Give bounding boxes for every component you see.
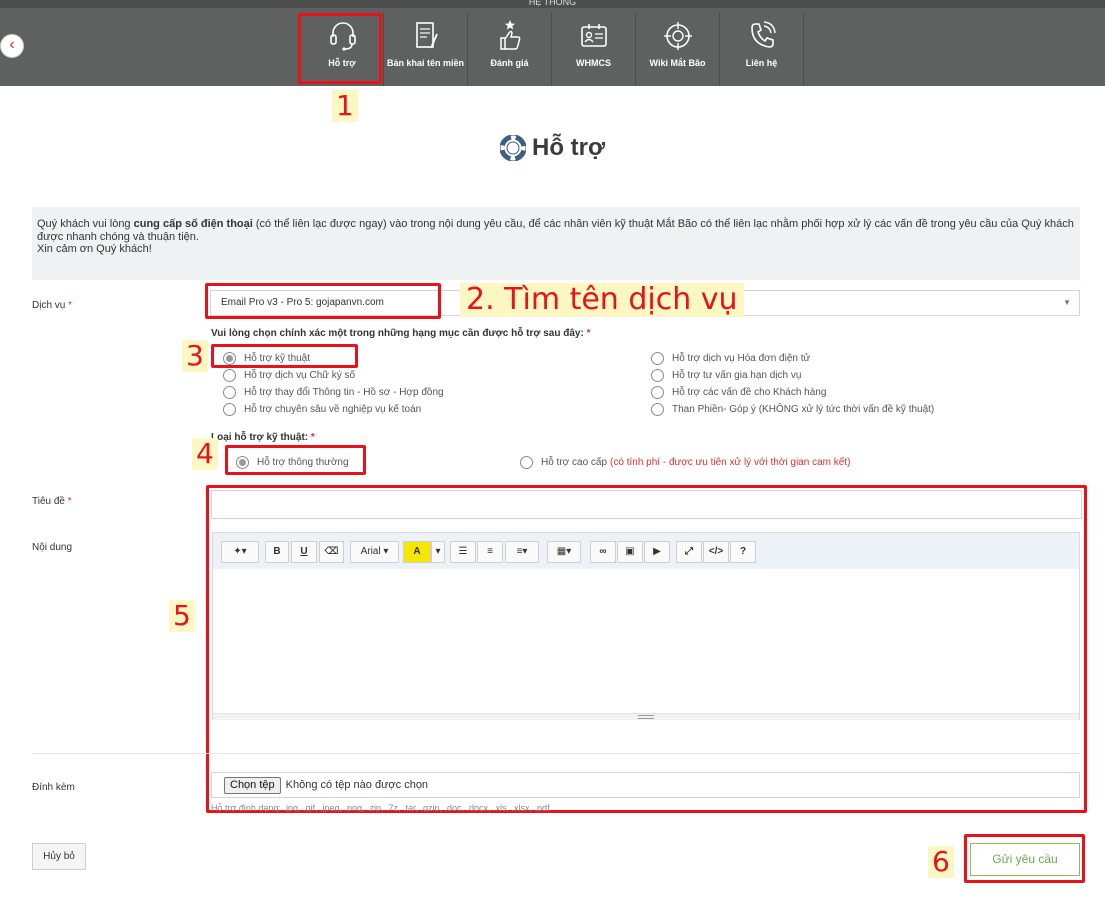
label-text: Dịch vụ (32, 300, 66, 311)
label-text: Tiêu đề (32, 496, 65, 507)
radio-button[interactable] (223, 369, 236, 382)
caret-down-icon: ▼ (1063, 298, 1071, 307)
title-label: Tiêu đề * (32, 496, 72, 507)
annotation-box-6 (964, 834, 1085, 883)
category-option[interactable]: Hỗ trợ chuyên sâu về nghiệp vụ kế toán (223, 403, 421, 416)
nav-label: WHMCS (576, 58, 611, 68)
nav-label: Đánh giá (490, 58, 529, 68)
nav-label: Liên hệ (745, 58, 778, 68)
category-option[interactable]: Hỗ trợ dịch vụ Hóa đơn điện tử (651, 352, 810, 365)
option-label: Hỗ trợ tư vấn gia hạn dịch vụ (672, 370, 802, 381)
category-option[interactable]: Hỗ trợ dịch vụ Chữ ký số (223, 369, 355, 382)
service-label: Dịch vụ * (32, 300, 72, 311)
file-input[interactable]: Chọn tệp Không có tệp nào được chọn (211, 772, 1080, 798)
annotation-number-1: 1 (332, 90, 358, 122)
label-text: Loại hỗ trợ kỹ thuật: (211, 432, 309, 443)
annotation-box-4 (225, 445, 366, 475)
content-label: Nội dung (32, 542, 73, 553)
compass-icon (664, 22, 692, 50)
page-title: Hỗ trợ (532, 134, 606, 161)
annotation-box-2 (205, 283, 441, 319)
category-option[interactable]: Hỗ trợ thay đổi Thông tin - Hồ sơ - Hợp … (223, 386, 444, 399)
required-mark: * (68, 300, 73, 311)
annotation-label-2: 2. Tìm tên dịch vụ (460, 283, 744, 317)
annotation-number-5: 5 (169, 600, 195, 632)
system-title: HỆ THỐNG (0, 0, 1105, 8)
annotation-box-3 (211, 344, 358, 368)
nav-item-rating[interactable]: Đánh giá (468, 12, 552, 86)
choose-file-button[interactable]: Chọn tệp (224, 776, 281, 794)
cancel-button[interactable]: Hủy bỏ (32, 843, 86, 870)
radio-button[interactable] (651, 369, 664, 382)
nav-item-domain-declaration[interactable]: Bản khai tên miền (384, 12, 468, 86)
page-heading: Hỗ trợ (500, 132, 605, 164)
annotation-box-1 (298, 13, 382, 84)
attachment-label: Đính kèm (32, 782, 75, 793)
id-card-icon (581, 24, 607, 47)
annotation-number-4: 4 (192, 438, 218, 470)
file-status: Không có tệp nào được chọn (285, 779, 429, 791)
prompt-text: Vui lòng chọn chính xác một trong những … (211, 328, 584, 339)
notice-line-2: được nhanh chóng và thuận tiện. (37, 230, 199, 243)
option-label: Hỗ trợ cao cấp (541, 457, 608, 468)
category-prompt: Vui lòng chọn chính xác một trong những … (211, 328, 590, 339)
section-divider (32, 753, 1080, 754)
category-option[interactable]: Hỗ trợ các vấn đề cho Khách hàng (651, 386, 826, 399)
option-label: Hỗ trợ các vấn đề cho Khách hàng (672, 387, 827, 398)
nav-item-whmcs[interactable]: WHMCS (552, 12, 636, 86)
thumbs-up-star-icon (500, 20, 521, 50)
phone-icon (751, 21, 776, 48)
notice-box: Quý khách vui lòng cung cấp số điện thoạ… (32, 207, 1080, 280)
category-option[interactable]: Than Phiền- Góp ý (KHÔNG xử lý tức thời … (651, 403, 934, 416)
top-navigation-bar: HỆ THỐNG ‹ Hỗ trợ Bản khai tên miền Đánh… (0, 0, 1105, 86)
annotation-box-5 (206, 485, 1087, 813)
radio-button[interactable] (651, 403, 664, 416)
radio-button[interactable] (651, 386, 664, 399)
notice-text: (có thể liên lạc được ngay) vào trong nộ… (252, 218, 1074, 230)
option-label: Hỗ trợ dịch vụ Chữ ký số (244, 370, 356, 381)
annotation-number-6: 6 (928, 846, 954, 878)
radio-button[interactable] (520, 456, 533, 469)
annotation-number-3: 3 (182, 340, 208, 372)
notice-line-1: Quý khách vui lòng cung cấp số điện thoạ… (37, 218, 1075, 231)
nav-item-contact[interactable]: Liên hệ (720, 12, 804, 86)
option-label: Hỗ trợ chuyên sâu về nghiệp vụ kế toán (244, 404, 422, 415)
option-label: Hỗ trợ dịch vụ Hóa đơn điện tử (672, 353, 811, 364)
option-label: Than Phiền- Góp ý (KHÔNG xử lý tức thời … (672, 404, 935, 415)
lifebuoy-icon (500, 135, 526, 161)
radio-button[interactable] (223, 386, 236, 399)
radio-button[interactable] (651, 352, 664, 365)
nav-item-wiki[interactable]: Wiki Mắt Bão (636, 12, 720, 86)
notice-bold-text: cung cấp số điện thoại (133, 218, 253, 230)
option-label: Hỗ trợ thay đổi Thông tin - Hồ sơ - Hợp … (244, 387, 444, 398)
required-mark: * (310, 432, 315, 443)
notice-line-3: Xin cảm ơn Quý khách! (37, 243, 152, 255)
premium-note: (có tính phí - được ưu tiên xử lý với th… (610, 457, 851, 468)
notice-text: Quý khách vui lòng (37, 218, 134, 230)
required-mark: * (586, 328, 591, 339)
category-option[interactable]: Hỗ trợ tư vấn gia hạn dịch vụ (651, 369, 801, 382)
chevron-left-icon[interactable]: ‹ (0, 34, 24, 58)
required-mark: * (67, 496, 72, 507)
radio-button[interactable] (223, 403, 236, 416)
nav-label: Wiki Mắt Bão (649, 58, 706, 68)
document-pen-icon (416, 22, 438, 49)
file-format-hint: Hỗ trợ định dạng: .jpg, .gif, .jpeg, .pn… (211, 803, 550, 812)
support-type-premium[interactable]: Hỗ trợ cao cấp (có tính phí - được ưu tiê… (520, 456, 850, 469)
support-type-label: Loại hỗ trợ kỹ thuật: * (211, 432, 315, 443)
nav-label: Bản khai tên miền (386, 58, 465, 68)
